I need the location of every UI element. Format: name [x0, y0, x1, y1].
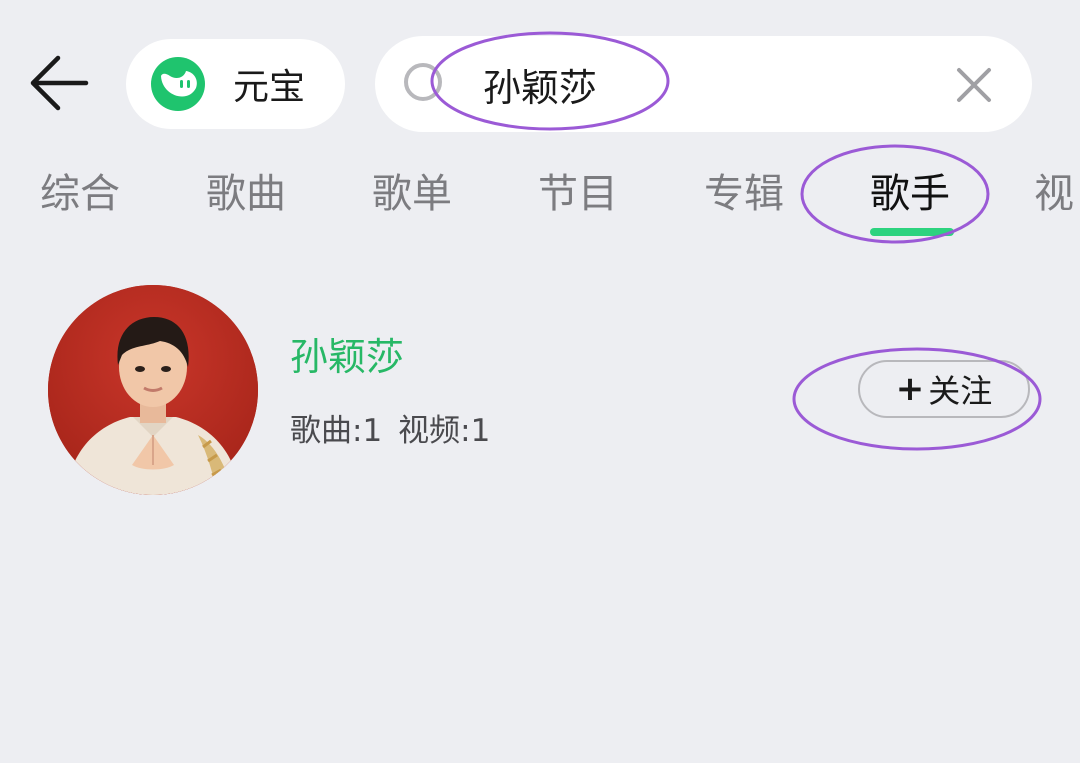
- tab-albums[interactable]: 专辑: [704, 168, 784, 220]
- artist-name[interactable]: 孙颖莎: [290, 332, 404, 382]
- artist-song-count: 歌曲:1: [290, 413, 383, 449]
- tab-programs[interactable]: 节目: [538, 168, 618, 220]
- follow-button[interactable]: + 关注: [858, 360, 1030, 418]
- tab-videos[interactable]: 视: [1034, 168, 1074, 220]
- close-icon[interactable]: [953, 64, 995, 106]
- tab-zonghe[interactable]: 综合: [40, 168, 120, 220]
- avatar[interactable]: [48, 285, 258, 495]
- artist-stats: 歌曲:1 视频:1: [290, 411, 490, 451]
- plus-icon: +: [895, 369, 925, 409]
- arrow-left-icon: [30, 55, 89, 111]
- search-icon: [404, 63, 442, 101]
- active-tab-indicator: [870, 228, 954, 236]
- back-button[interactable]: [26, 50, 92, 116]
- app-chip-label: 元宝: [233, 67, 306, 108]
- tab-songs[interactable]: 歌曲: [206, 168, 286, 220]
- app-chip-yuanbao[interactable]: 元宝: [126, 39, 345, 129]
- artist-result-row[interactable]: 孙颖莎 歌曲:1 视频:1 + 关注: [0, 268, 1080, 508]
- tab-playlists[interactable]: 歌单: [372, 168, 452, 220]
- artist-video-count: 视频:1: [398, 413, 491, 449]
- tab-artists[interactable]: 歌手: [870, 168, 950, 220]
- search-box[interactable]: [375, 36, 1032, 132]
- yuanbao-logo-icon: [151, 57, 205, 111]
- artist-photo: [48, 285, 258, 495]
- follow-label: 关注: [928, 372, 993, 410]
- search-input[interactable]: [483, 56, 923, 112]
